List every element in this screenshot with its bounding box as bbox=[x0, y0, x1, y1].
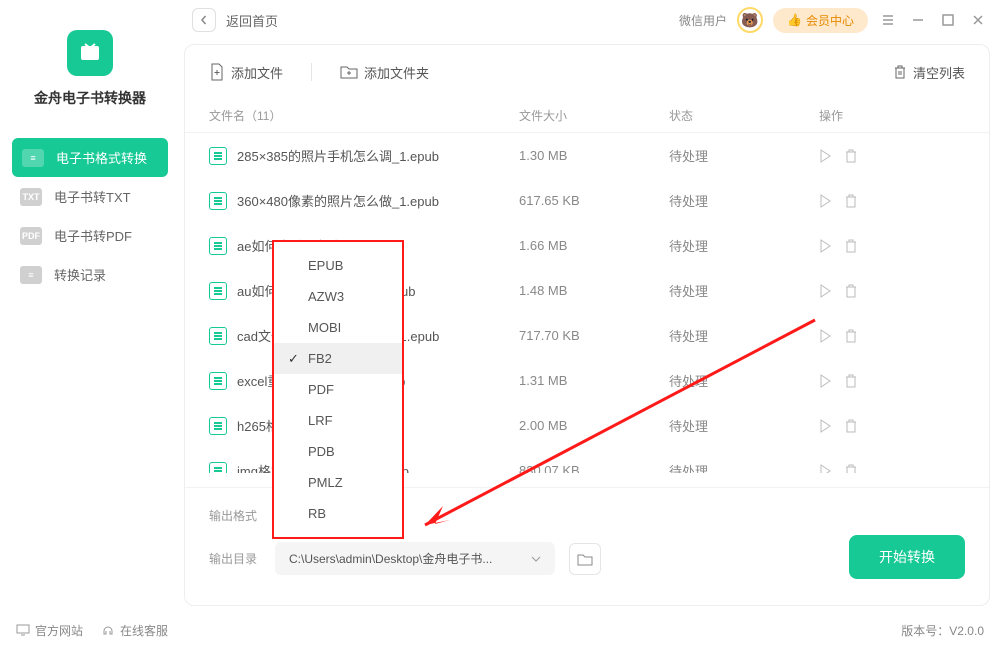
add-file-icon bbox=[209, 63, 225, 81]
file-icon bbox=[209, 417, 227, 435]
play-icon[interactable] bbox=[819, 194, 831, 208]
delete-icon[interactable] bbox=[845, 194, 857, 208]
version-label: 版本号：V2.0.0 bbox=[901, 622, 984, 639]
file-icon bbox=[209, 327, 227, 345]
nav: ≡电子书格式转换TXT电子书转TXTPDF电子书转PDF≡转换记录 bbox=[0, 138, 180, 294]
table-row[interactable]: 360×480像素的照片怎么做_1.epub 617.65 KB 待处理 bbox=[185, 178, 989, 223]
format-dropdown: EPUBAZW3MOBIFB2PDFLRFPDBPMLZRB bbox=[272, 240, 404, 539]
clear-list-button[interactable]: 清空列表 bbox=[893, 63, 965, 82]
support-link[interactable]: 在线客服 bbox=[101, 622, 168, 639]
add-folder-button[interactable]: 添加文件夹 bbox=[340, 63, 429, 82]
open-folder-button[interactable] bbox=[569, 543, 601, 575]
member-button[interactable]: 👍 会员中心 bbox=[773, 8, 868, 33]
dropdown-option[interactable]: EPUB bbox=[274, 250, 402, 281]
dropdown-option[interactable]: PDF bbox=[274, 374, 402, 405]
menu-button[interactable] bbox=[878, 10, 898, 30]
sidebar-item-3[interactable]: ≡转换记录 bbox=[0, 255, 180, 294]
separator bbox=[311, 63, 312, 81]
thumbs-up-icon: 👍 bbox=[787, 13, 802, 27]
dropdown-option[interactable]: LRF bbox=[274, 405, 402, 436]
delete-icon[interactable] bbox=[845, 284, 857, 298]
footer: 官方网站 在线客服 版本号：V2.0.0 bbox=[0, 610, 1000, 650]
minimize-button[interactable] bbox=[908, 10, 928, 30]
play-icon[interactable] bbox=[819, 239, 831, 253]
file-icon bbox=[209, 147, 227, 165]
delete-icon[interactable] bbox=[845, 329, 857, 343]
add-file-button[interactable]: 添加文件 bbox=[209, 63, 283, 82]
monitor-icon bbox=[16, 624, 30, 636]
add-folder-icon bbox=[340, 64, 358, 80]
play-icon[interactable] bbox=[819, 149, 831, 163]
table-row[interactable]: 285×385的照片手机怎么调_1.epub 1.30 MB 待处理 bbox=[185, 133, 989, 178]
file-icon bbox=[209, 372, 227, 390]
col-header-name: 文件名（11） bbox=[209, 107, 519, 124]
delete-icon[interactable] bbox=[845, 149, 857, 163]
file-icon bbox=[209, 282, 227, 300]
play-icon[interactable] bbox=[819, 374, 831, 388]
output-dir-label: 输出目录 bbox=[209, 550, 261, 567]
app-logo bbox=[67, 30, 113, 76]
nav-icon: ≡ bbox=[20, 266, 42, 284]
file-icon bbox=[209, 237, 227, 255]
topbar: 返回首页 微信用户 🐻 👍 会员中心 bbox=[180, 0, 1000, 40]
headset-icon bbox=[101, 623, 115, 637]
sidebar-item-1[interactable]: TXT电子书转TXT bbox=[0, 177, 180, 216]
dropdown-option[interactable]: PDB bbox=[274, 436, 402, 467]
nav-icon: PDF bbox=[20, 227, 42, 245]
chevron-left-icon bbox=[199, 15, 209, 25]
chevron-down-icon bbox=[531, 556, 541, 562]
app-name: 金舟电子书转换器 bbox=[0, 88, 180, 108]
sidebar: 金舟电子书转换器 ≡电子书格式转换TXT电子书转TXTPDF电子书转PDF≡转换… bbox=[0, 0, 180, 610]
col-header-size: 文件大小 bbox=[519, 107, 669, 124]
maximize-button[interactable] bbox=[938, 10, 958, 30]
file-icon bbox=[209, 462, 227, 474]
topbar-right: 微信用户 🐻 👍 会员中心 bbox=[679, 7, 988, 33]
back-label: 返回首页 bbox=[226, 11, 278, 30]
folder-icon bbox=[577, 552, 593, 566]
col-header-status: 状态 bbox=[669, 107, 819, 124]
delete-icon[interactable] bbox=[845, 374, 857, 388]
output-format-label: 输出格式 bbox=[209, 507, 261, 524]
delete-icon[interactable] bbox=[845, 464, 857, 474]
nav-icon: TXT bbox=[20, 188, 42, 206]
table-header: 文件名（11） 文件大小 状态 操作 bbox=[185, 99, 989, 133]
start-convert-button[interactable]: 开始转换 bbox=[849, 535, 965, 579]
play-icon[interactable] bbox=[819, 284, 831, 298]
website-link[interactable]: 官方网站 bbox=[16, 622, 83, 639]
output-dir-select[interactable]: C:\Users\admin\Desktop\金舟电子书... bbox=[275, 542, 555, 575]
dropdown-option[interactable]: AZW3 bbox=[274, 281, 402, 312]
file-icon bbox=[209, 192, 227, 210]
trash-icon bbox=[893, 64, 907, 80]
dropdown-option[interactable]: FB2 bbox=[274, 343, 402, 374]
nav-icon: ≡ bbox=[22, 149, 44, 167]
user-label: 微信用户 bbox=[679, 12, 727, 29]
play-icon[interactable] bbox=[819, 329, 831, 343]
close-button[interactable] bbox=[968, 10, 988, 30]
avatar[interactable]: 🐻 bbox=[737, 7, 763, 33]
play-icon[interactable] bbox=[819, 419, 831, 433]
sidebar-item-0[interactable]: ≡电子书格式转换 bbox=[12, 138, 168, 177]
dropdown-option[interactable]: MOBI bbox=[274, 312, 402, 343]
col-header-action: 操作 bbox=[819, 107, 919, 124]
play-icon[interactable] bbox=[819, 464, 831, 474]
delete-icon[interactable] bbox=[845, 239, 857, 253]
back-button[interactable] bbox=[192, 8, 216, 32]
dropdown-option[interactable]: PMLZ bbox=[274, 467, 402, 498]
dropdown-option[interactable]: RB bbox=[274, 498, 402, 529]
toolbar: 添加文件 添加文件夹 清空列表 bbox=[185, 45, 989, 99]
delete-icon[interactable] bbox=[845, 419, 857, 433]
sidebar-item-2[interactable]: PDF电子书转PDF bbox=[0, 216, 180, 255]
